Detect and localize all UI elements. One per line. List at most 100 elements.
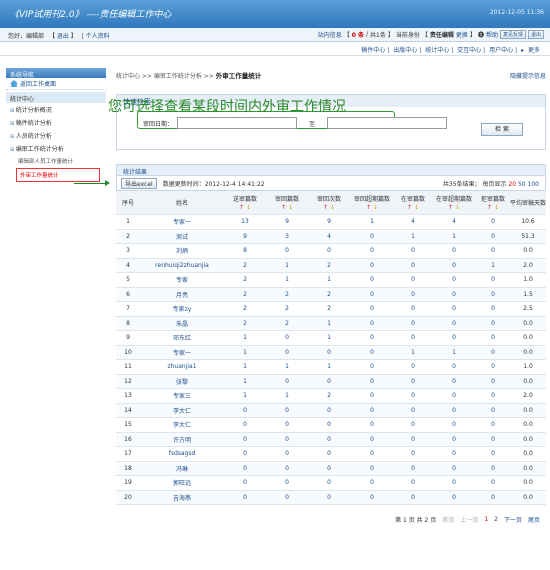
count-cell[interactable]: 0 <box>394 316 432 331</box>
expert-name-link[interactable]: 测试 <box>140 229 224 244</box>
count-cell[interactable]: 2 <box>308 388 350 404</box>
count-cell[interactable]: 1 <box>224 374 266 389</box>
count-cell[interactable]: 2 <box>224 258 266 273</box>
count-cell[interactable]: 0 <box>476 403 510 418</box>
menu-publishing[interactable]: 出版中心 <box>393 47 417 54</box>
count-cell[interactable]: 0 <box>476 432 510 447</box>
count-cell[interactable]: 0 <box>350 229 394 244</box>
count-cell[interactable]: 0 <box>476 214 510 230</box>
count-cell[interactable]: 1 <box>308 316 350 331</box>
count-cell[interactable]: 0 <box>308 345 350 360</box>
count-cell[interactable]: 0 <box>476 388 510 404</box>
count-cell[interactable]: 4 <box>432 214 476 230</box>
sort-arrows-icon[interactable]: ↑ ↓ <box>350 204 394 211</box>
count-cell[interactable]: 0 <box>266 475 308 491</box>
count-cell[interactable]: 0 <box>308 417 350 433</box>
count-cell[interactable]: 13 <box>224 214 266 230</box>
count-cell[interactable]: 0 <box>266 461 308 476</box>
count-cell[interactable]: 2 <box>224 301 266 317</box>
sidebar-item-overview[interactable]: 统计分析概况 <box>6 103 106 116</box>
column-header[interactable]: 审回篇数 ↑ ↓ <box>266 190 308 215</box>
count-cell[interactable]: 0 <box>476 345 510 360</box>
count-cell[interactable]: 1 <box>432 345 476 360</box>
count-cell[interactable]: 1 <box>308 330 350 346</box>
count-cell[interactable]: 0 <box>432 461 476 476</box>
count-cell[interactable]: 0 <box>476 330 510 346</box>
count-cell[interactable]: 1 <box>394 229 432 244</box>
count-cell[interactable]: 0 <box>266 432 308 447</box>
count-cell[interactable]: 0 <box>394 388 432 404</box>
count-cell[interactable]: 2 <box>308 301 350 317</box>
count-cell[interactable]: 0 <box>308 446 350 462</box>
column-header[interactable]: 在审超期篇数 ↑ ↓ <box>432 190 476 215</box>
count-cell[interactable]: 0 <box>476 374 510 389</box>
expert-name-link[interactable]: 刘炳 <box>140 243 224 259</box>
count-cell[interactable]: 0 <box>432 243 476 259</box>
first-page[interactable]: 首页 <box>442 515 454 524</box>
count-cell[interactable]: 0 <box>394 243 432 259</box>
expert-name-link[interactable]: 朱晶 <box>140 316 224 331</box>
expert-name-link[interactable]: fsdsagsd <box>140 446 224 462</box>
site-messages-link[interactable]: 站内信息 <box>318 30 342 39</box>
menu-manuscript[interactable]: 稿件中心 <box>361 47 385 54</box>
count-cell[interactable]: 9 <box>224 229 266 244</box>
expert-name-link[interactable]: 郭旺远 <box>140 475 224 491</box>
page-size-100[interactable]: 100 <box>528 181 539 188</box>
count-cell[interactable]: 0 <box>224 403 266 418</box>
count-cell[interactable]: 0 <box>432 388 476 404</box>
count-cell[interactable]: 0 <box>350 432 394 447</box>
count-cell[interactable]: 0 <box>394 272 432 288</box>
sort-arrows-icon[interactable]: ↑ ↓ <box>432 204 476 211</box>
count-cell[interactable]: 0 <box>266 330 308 346</box>
count-cell[interactable]: 0 <box>394 490 432 505</box>
quit-button[interactable]: 退出 <box>527 30 544 39</box>
help-icon[interactable]: ⓿ <box>478 30 484 39</box>
sort-arrows-icon[interactable]: ↑ ↓ <box>394 204 432 211</box>
expert-name-link[interactable]: 专家zy <box>140 301 224 317</box>
count-cell[interactable]: 0 <box>432 272 476 288</box>
count-cell[interactable]: 0 <box>476 461 510 476</box>
expert-name-link[interactable]: renhuiqi2zhuanjia <box>140 258 224 273</box>
expert-name-link[interactable]: 邓东红 <box>140 330 224 346</box>
count-cell[interactable]: 2 <box>266 316 308 331</box>
count-cell[interactable]: 0 <box>432 417 476 433</box>
count-cell[interactable]: 0 <box>350 403 394 418</box>
count-cell[interactable]: 0 <box>394 301 432 317</box>
count-cell[interactable]: 0 <box>224 417 266 433</box>
count-cell[interactable]: 0 <box>476 229 510 244</box>
count-cell[interactable]: 1 <box>266 272 308 288</box>
count-cell[interactable]: 0 <box>308 403 350 418</box>
count-cell[interactable]: 0 <box>394 403 432 418</box>
count-cell[interactable]: 1 <box>224 359 266 375</box>
count-cell[interactable]: 0 <box>350 272 394 288</box>
profile-link[interactable]: 个人资料 <box>86 33 110 40</box>
expert-name-link[interactable]: 专家一 <box>140 214 224 230</box>
count-cell[interactable]: 0 <box>266 243 308 259</box>
sort-arrows-icon[interactable]: ↑ ↓ <box>266 204 308 211</box>
count-cell[interactable]: 2 <box>308 287 350 302</box>
count-cell[interactable]: 0 <box>224 432 266 447</box>
count-cell[interactable]: 0 <box>432 374 476 389</box>
count-cell[interactable]: 2 <box>224 287 266 302</box>
prev-page[interactable]: 上一页 <box>460 515 478 524</box>
count-cell[interactable]: 0 <box>394 330 432 346</box>
count-cell[interactable]: 0 <box>476 417 510 433</box>
count-cell[interactable]: 0 <box>394 258 432 273</box>
menu-user[interactable]: 用户中心 <box>489 47 513 54</box>
expert-name-link[interactable]: 专家三 <box>140 388 224 404</box>
count-cell[interactable]: 1 <box>308 272 350 288</box>
count-cell[interactable]: 0 <box>308 490 350 505</box>
count-cell[interactable]: 0 <box>432 330 476 346</box>
count-cell[interactable]: 0 <box>350 301 394 317</box>
count-cell[interactable]: 0 <box>350 330 394 346</box>
sort-arrows-icon[interactable]: ↑ ↓ <box>476 204 510 211</box>
count-cell[interactable]: 1 <box>308 359 350 375</box>
count-cell[interactable]: 0 <box>350 243 394 259</box>
count-cell[interactable]: 2 <box>266 301 308 317</box>
count-cell[interactable]: 0 <box>266 446 308 462</box>
sidebar-item-personnel-stats[interactable]: 人员统计分析 <box>6 129 106 142</box>
count-cell[interactable]: 0 <box>224 461 266 476</box>
count-cell[interactable]: 0 <box>476 272 510 288</box>
count-cell[interactable]: 0 <box>308 243 350 259</box>
expert-name-link[interactable]: 专家一 <box>140 345 224 360</box>
